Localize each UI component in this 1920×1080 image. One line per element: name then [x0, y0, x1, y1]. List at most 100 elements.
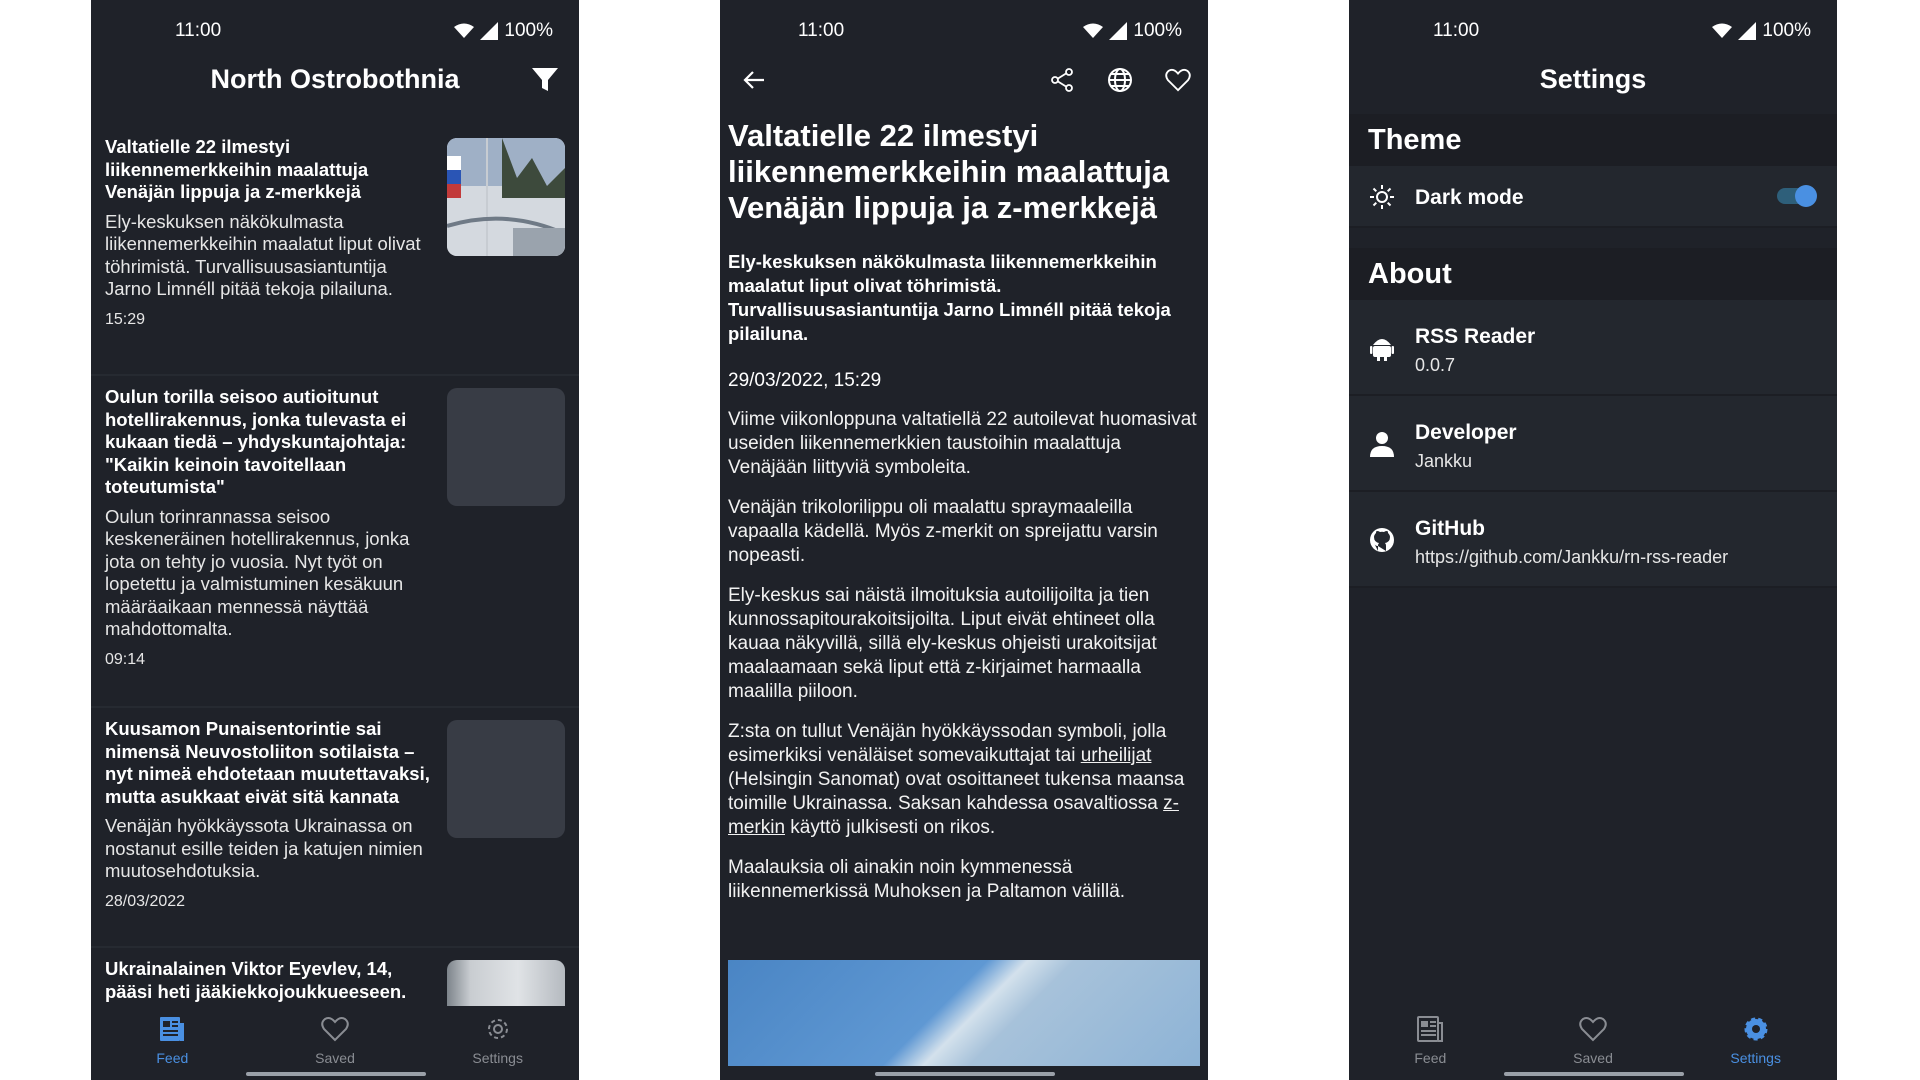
home-indicator[interactable] — [875, 1072, 1055, 1076]
settings-header: Settings — [1349, 62, 1837, 102]
share-button[interactable] — [1046, 66, 1078, 98]
developer-row: Developer Jankku — [1349, 396, 1837, 492]
home-indicator[interactable] — [246, 1072, 426, 1076]
tab-settings-label: Settings — [1730, 1050, 1781, 1066]
feed-item[interactable]: Kuusamon Punaisentorintie sai nimensä Ne… — [91, 708, 579, 948]
app-info-row: RSS Reader 0.0.7 — [1349, 300, 1837, 396]
status-time: 11:00 — [175, 20, 222, 41]
gear-icon — [1742, 1014, 1770, 1044]
android-icon — [1368, 334, 1396, 362]
feed-item-time: 28/03/2022 — [105, 892, 186, 910]
github-icon — [1368, 526, 1396, 554]
feed-item-thumbnail-placeholder — [447, 720, 565, 838]
feed-item-thumbnail — [447, 138, 565, 256]
feed-item-title: Ukrainalainen Viktor Eyevlev, 14, pääsi … — [105, 958, 407, 1002]
filter-icon — [531, 67, 559, 98]
article-paragraph: Viime viikonloppuna valtatiellä 22 autoi… — [728, 409, 1197, 478]
tab-feed-label: Feed — [156, 1050, 189, 1066]
article-text: käyttö julkisesti on rikos. — [785, 817, 996, 838]
tab-settings[interactable]: Settings — [416, 1006, 579, 1080]
feed-item[interactable]: Ukrainalainen Viktor Eyevlev, 14, pääsi … — [91, 948, 579, 1006]
tab-saved[interactable]: Saved — [254, 1006, 417, 1080]
dark-mode-row[interactable]: Dark mode — [1349, 166, 1837, 228]
sun-icon — [1368, 183, 1396, 211]
signal-icon — [1109, 22, 1128, 40]
person-icon — [1368, 430, 1396, 458]
newspaper-icon — [1416, 1014, 1444, 1044]
share-icon — [1050, 67, 1074, 97]
feed-item-title: Kuusamon Punaisentorintie sai nimensä Ne… — [105, 718, 430, 807]
battery-text: 100% — [1133, 20, 1182, 41]
filter-button[interactable] — [529, 66, 561, 98]
wifi-icon — [1712, 23, 1733, 39]
open-in-browser-button[interactable] — [1104, 66, 1136, 98]
settings-screen: 11:00 100% Settings Theme Dark mode Abou… — [1349, 0, 1837, 1080]
page-title: North Ostrobothnia — [210, 64, 460, 94]
heart-icon — [1579, 1014, 1607, 1044]
article-paragraph: Maalauksia oli ainakin noin kymmenessä l… — [728, 857, 1126, 902]
github-row[interactable]: GitHub https://github.com/Jankku/rn-rss-… — [1349, 492, 1837, 588]
feed-list[interactable]: Valtatielle 22 ilmestyi liikennemerkkeih… — [91, 126, 579, 1006]
article-image — [728, 960, 1200, 1066]
wifi-icon — [454, 23, 475, 39]
article-text: (Helsingin Sanomat) ovat osoittaneet tuk… — [728, 769, 1185, 814]
article-header — [720, 62, 1208, 102]
developer-label: Developer — [1415, 421, 1517, 444]
status-bar: 11:00 100% — [91, 0, 579, 60]
tab-feed[interactable]: Feed — [1349, 1006, 1512, 1080]
home-indicator[interactable] — [1504, 1072, 1684, 1076]
article-link[interactable]: urheilijat — [1081, 745, 1152, 766]
tab-saved[interactable]: Saved — [1512, 1006, 1675, 1080]
back-arrow-icon — [742, 69, 766, 96]
page-title: Settings — [1539, 64, 1647, 94]
status-bar: 11:00 100% — [720, 0, 1208, 60]
feed-item-description: Oulun torinrannassa seisoo keskeneräinen… — [105, 505, 410, 640]
github-label: GitHub — [1415, 517, 1485, 540]
app-name: RSS Reader — [1415, 325, 1536, 348]
tab-saved-label: Saved — [315, 1050, 355, 1066]
feed-item-title: Oulun torilla seisoo autioitunut hotelli… — [105, 386, 407, 497]
tab-settings[interactable]: Settings — [1674, 1006, 1837, 1080]
developer-name: Jankku — [1415, 451, 1473, 471]
article-body: Valtatielle 22 ilmestyi liikennemerkkeih… — [728, 118, 1200, 904]
signal-icon — [480, 22, 499, 40]
tab-saved-label: Saved — [1573, 1050, 1613, 1066]
article-paragraph: Ely-keskus sai näistä ilmoituksia autoil… — [728, 585, 1157, 702]
feed-item-time: 15:29 — [105, 310, 146, 328]
bottom-tab-bar: Feed Saved Settings — [91, 1006, 579, 1080]
github-url[interactable]: https://github.com/Jankku/rn-rss-reader — [1415, 547, 1728, 568]
back-button[interactable] — [738, 66, 770, 98]
feed-item-thumbnail-placeholder — [447, 388, 565, 506]
globe-icon — [1107, 67, 1133, 98]
tab-feed-label: Feed — [1414, 1050, 1447, 1066]
feed-item-description: Venäjän hyökkäyssota Ukrainassa on nosta… — [105, 815, 423, 881]
feed-item[interactable]: Oulun torilla seisoo autioitunut hotelli… — [91, 376, 579, 708]
section-header-about: About — [1349, 248, 1837, 300]
status-time: 11:00 — [798, 20, 845, 41]
feed-item-description: Ely-keskuksen näkökulmasta liikennemerkk… — [105, 210, 421, 300]
gear-icon — [484, 1014, 512, 1044]
article-lead: Ely-keskuksen näkökulmasta liikennemerkk… — [728, 251, 1171, 344]
heart-icon — [321, 1014, 349, 1044]
heart-icon — [1165, 68, 1191, 97]
battery-text: 100% — [1762, 20, 1811, 41]
feed-item-time: 09:14 — [105, 650, 146, 668]
battery-text: 100% — [504, 20, 553, 41]
tab-settings-label: Settings — [472, 1050, 523, 1066]
article-date: 29/03/2022, 15:29 — [728, 370, 882, 391]
wifi-icon — [1083, 23, 1104, 39]
feed-screen: 11:00 100% North Ostrobothnia Valtatiell… — [91, 0, 579, 1080]
save-article-button[interactable] — [1162, 66, 1194, 98]
article-paragraph: Venäjän trikolorilippu oli maalattu spra… — [728, 497, 1158, 566]
feed-header: North Ostrobothnia — [91, 62, 579, 102]
dark-mode-toggle[interactable] — [1777, 185, 1817, 207]
status-bar: 11:00 100% — [1349, 0, 1837, 60]
feed-item-title: Valtatielle 22 ilmestyi liikennemerkkeih… — [105, 136, 369, 202]
signal-icon — [1738, 22, 1757, 40]
feed-item-thumbnail — [447, 960, 565, 1006]
status-time: 11:00 — [1433, 20, 1480, 41]
article-paragraph: Z:sta on tullut Venäjän hyökkäyssodan sy… — [728, 720, 1200, 840]
feed-item[interactable]: Valtatielle 22 ilmestyi liikennemerkkeih… — [91, 126, 579, 376]
tab-feed[interactable]: Feed — [91, 1006, 254, 1080]
dark-mode-label: Dark mode — [1415, 186, 1524, 209]
